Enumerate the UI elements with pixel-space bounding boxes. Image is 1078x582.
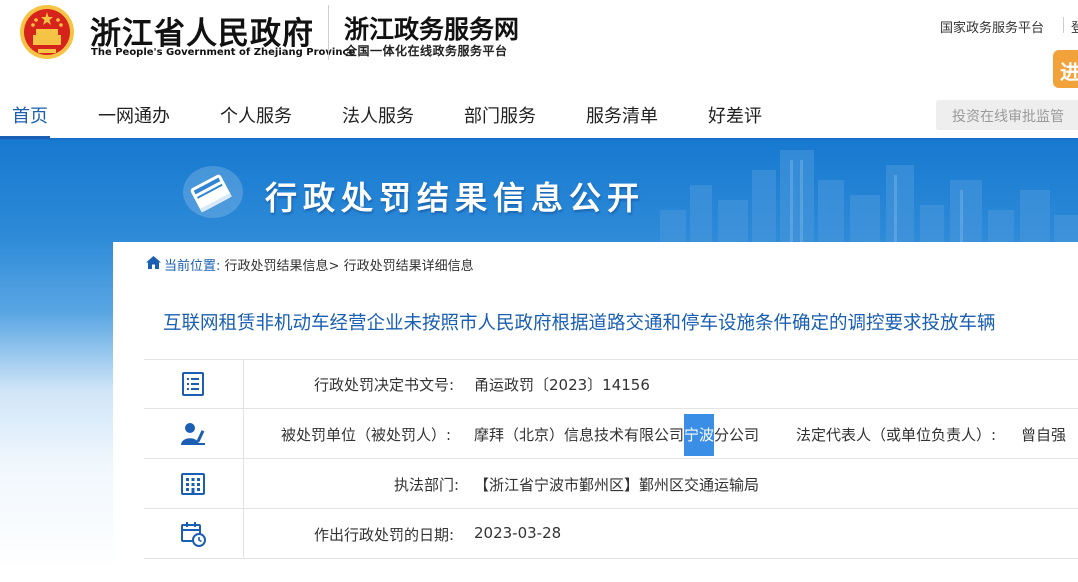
breadcrumb-item-penalty-info[interactable]: 行政处罚结果信息	[225, 259, 329, 274]
penalized-party-value: 摩拜（北京）信息技术有限公司宁波分公司	[474, 414, 760, 456]
person-icon	[181, 423, 205, 445]
main-nav: 首页 一网通办 个人服务 法人服务 部门服务 服务清单 好差评 投资在线审批监管	[0, 90, 1078, 140]
site-title[interactable]: 浙江政务服务网	[344, 10, 519, 46]
nav-active-underline	[0, 136, 50, 139]
site-header: 浙江省人民政府 The People's Government of Zheji…	[0, 0, 1078, 88]
penalty-date-value: 2023-03-28	[474, 524, 562, 542]
nav-item-personal[interactable]: 个人服务	[220, 102, 292, 128]
text-selection-highlight: 宁波	[684, 414, 715, 456]
legal-representative-value: 曾自强	[1021, 426, 1067, 444]
book-icon	[183, 166, 243, 218]
decision-number-label: 行政处罚决定书文号:	[314, 376, 455, 394]
legal-representative-label: 法定代表人（或单位负责人）:	[796, 426, 997, 444]
building-icon	[181, 473, 205, 495]
calendar-clock-icon	[181, 522, 206, 547]
penalty-date-label: 作出行政处罚的日期:	[314, 526, 455, 544]
brand-name-en: The People's Government of Zhejiang Prov…	[91, 47, 356, 58]
icon-cell	[144, 409, 244, 459]
home-icon	[146, 256, 161, 269]
document-title: 互联网租赁非机动车经营企业未按照市人民政府根据道路交通和停车设施条件确定的调控要…	[163, 313, 996, 334]
decision-number-value: 甬运政罚〔2023〕14156	[474, 376, 650, 394]
table-row: 被处罚单位（被处罚人）: 摩拜（北京）信息技术有限公司宁波分公司 法定代表人（或…	[144, 409, 1078, 459]
penalized-party-label: 被处罚单位（被处罚人）:	[281, 426, 452, 444]
enter-button[interactable]: 进	[1053, 50, 1078, 88]
login-link[interactable]: 登	[1071, 17, 1078, 36]
header-divider	[328, 5, 329, 60]
search-input[interactable]: 投资在线审批监管	[936, 100, 1078, 130]
nav-item-home[interactable]: 首页	[12, 102, 48, 128]
table-row: 作出行政处罚的日期: 2023-03-28	[144, 509, 1078, 559]
breadcrumb: 当前位置: 行政处罚结果信息> 行政处罚结果详细信息	[164, 255, 474, 274]
table-row: 行政处罚决定书文号: 甬运政罚〔2023〕14156	[144, 359, 1078, 409]
top-link-separator	[1063, 17, 1064, 33]
site-subtitle: 全国一体化在线政务服务平台	[345, 44, 508, 58]
nav-item-evaluation[interactable]: 好差评	[708, 102, 762, 128]
nav-item-legal-entity[interactable]: 法人服务	[342, 102, 414, 128]
party-name-part-2: 分公司	[714, 426, 760, 444]
banner-title: 行政处罚结果信息公开	[265, 179, 646, 217]
enforcement-department-value: 【浙江省宁波市鄞州区】鄞州区交通运输局	[474, 476, 760, 494]
icon-cell	[144, 509, 244, 559]
breadcrumb-label: 当前位置:	[164, 259, 221, 274]
enforcement-department-label: 执法部门:	[394, 476, 460, 494]
document-list-icon	[182, 372, 204, 396]
party-name-part-1: 摩拜（北京）信息技术有限公司	[474, 426, 685, 444]
content-card: 当前位置: 行政处罚结果信息> 行政处罚结果详细信息 互联网租赁非机动车经营企业…	[113, 242, 1078, 582]
nav-item-departments[interactable]: 部门服务	[464, 102, 536, 128]
icon-cell	[144, 359, 244, 409]
icon-cell	[144, 459, 244, 509]
nav-item-service-list[interactable]: 服务清单	[586, 102, 658, 128]
breadcrumb-separator: >	[328, 259, 340, 274]
emblem-icon[interactable]	[18, 3, 76, 61]
breadcrumb-item-detail[interactable]: 行政处罚结果详细信息	[344, 259, 474, 274]
nav-item-one-stop[interactable]: 一网通办	[98, 102, 170, 128]
national-platform-link[interactable]: 国家政务服务平台	[940, 17, 1044, 36]
table-row: 执法部门: 【浙江省宁波市鄞州区】鄞州区交通运输局	[144, 459, 1078, 509]
